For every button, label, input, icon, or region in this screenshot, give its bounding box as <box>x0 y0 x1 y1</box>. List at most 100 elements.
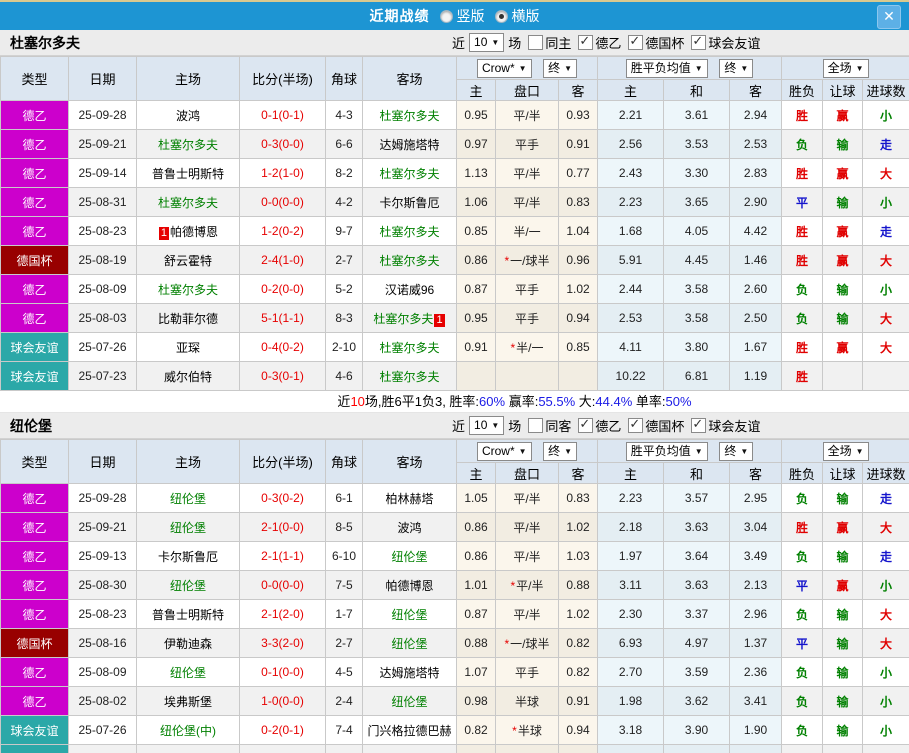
matches-tbody-1: 德乙 25-09-28 纽伦堡 0-3(0-2) 6-1 柏林赫塔 1.05 平/半 0.83 2… <box>0 483 909 753</box>
same-venue-checkbox[interactable] <box>528 35 544 50</box>
avg-away-odds: 2.53 <box>729 129 783 159</box>
team-link[interactable]: 纽伦堡 <box>170 579 206 593</box>
team-link[interactable]: 伊勒迪森 <box>164 637 212 651</box>
team-link[interactable]: 纽伦堡(中) <box>160 724 216 738</box>
team-link[interactable]: 杜塞尔多夫 <box>158 283 218 297</box>
crow-away-odds: 0.85 <box>557 332 599 362</box>
avg-type-select[interactable]: 胜平负均值 ▼ <box>625 441 708 461</box>
team-link[interactable]: 纽伦堡 <box>170 521 206 535</box>
avg-group-header: 胜平负均值 ▼ 终 ▼ <box>597 56 783 80</box>
team-link[interactable]: 波鸿 <box>176 109 200 123</box>
team-link[interactable]: 杜塞尔多夫 <box>373 312 433 326</box>
close-button[interactable]: ✕ <box>877 5 901 29</box>
team-link[interactable]: 亚琛 <box>176 341 200 355</box>
goals-result-cell: 小 <box>862 570 909 600</box>
avg-type-select[interactable]: 胜平负均值 ▼ <box>625 58 708 78</box>
col-score: 比分(半场) <box>239 56 326 101</box>
avg-draw-odds: 3.30 <box>663 158 731 188</box>
team-link[interactable]: 杜塞尔多夫 <box>379 225 439 239</box>
chevron-down-icon: ▼ <box>740 446 749 456</box>
team-name: 纽伦堡 <box>10 417 52 434</box>
team-link[interactable]: 杜塞尔多夫 <box>379 341 439 355</box>
team-link[interactable]: 纽伦堡 <box>391 608 427 622</box>
avg-home-odds: 2.43 <box>597 158 665 188</box>
league-checkbox-friendly[interactable] <box>691 416 707 433</box>
same-venue-checkbox[interactable] <box>528 418 544 433</box>
team-link[interactable]: 杜塞尔多夫 <box>379 109 439 123</box>
bookmaker-select[interactable]: Crow* ▼ <box>476 58 532 78</box>
col-home: 主场 <box>136 439 240 484</box>
team-link[interactable]: 杜塞尔多夫 <box>379 167 439 181</box>
recent-count-select[interactable]: 10 ▼ <box>469 416 505 435</box>
avg-away-odds: 2.90 <box>729 187 783 217</box>
chevron-down-icon: ▼ <box>518 63 527 73</box>
handicap-result-cell: 赢 <box>822 512 864 542</box>
league-cell: 德乙 <box>0 303 69 333</box>
bookmaker-select[interactable]: Crow* ▼ <box>476 441 532 461</box>
score-cell: 2-1(2-0) <box>239 599 326 629</box>
avg-away-odds: 2.96 <box>729 599 783 629</box>
score-cell: 1-0(0-0) <box>239 686 326 716</box>
result-cell: 负 <box>781 483 824 513</box>
odds-stage-select[interactable]: 终 ▼ <box>543 441 578 461</box>
team-link[interactable]: 纽伦堡 <box>391 550 427 564</box>
league-checkbox-dfb-pokal[interactable] <box>628 416 644 433</box>
team-link[interactable]: 杜塞尔多夫 <box>379 254 439 268</box>
team-link[interactable]: 纽伦堡 <box>391 637 427 651</box>
result-cell: 平 <box>781 628 824 658</box>
avg-away-odds: 3.41 <box>729 686 783 716</box>
match-row: 球会友谊 25-07-26 纽伦堡(中) 0-2(0-1) 7-4 门兴格拉德巴赫 0.82… <box>0 715 909 745</box>
scope-select[interactable]: 全场 ▼ <box>822 441 869 461</box>
avg-stage-select[interactable]: 终 ▼ <box>719 58 754 78</box>
league-checkbox-friendly[interactable] <box>691 33 707 50</box>
team-link[interactable]: 纽伦堡 <box>170 492 206 506</box>
score-cell: 0-3(0-2) <box>239 483 326 513</box>
result-cell: 胜 <box>781 332 824 362</box>
team-link[interactable]: 帕德博恩 <box>170 225 218 239</box>
team-link[interactable]: 达姆施塔特 <box>379 138 439 152</box>
radio-icon[interactable] <box>439 9 453 23</box>
avg-away-odds: 1.67 <box>729 332 783 362</box>
recent-count-select[interactable]: 10 ▼ <box>469 33 505 52</box>
league-checkbox-dfb-pokal[interactable] <box>628 33 644 50</box>
team-link[interactable]: 普鲁士明斯特 <box>152 167 224 181</box>
scope-select[interactable]: 全场 ▼ <box>822 58 869 78</box>
match-row: 德乙 25-09-28 纽伦堡 0-3(0-2) 6-1 柏林赫塔 1.05 平/半 0.83 2… <box>0 483 909 513</box>
col-away: 客场 <box>362 56 457 101</box>
team-link[interactable]: 纽伦堡 <box>170 666 206 680</box>
team-link[interactable]: 汉诺威96 <box>385 283 434 297</box>
layout-option-horizontal[interactable]: 横版 <box>494 6 540 26</box>
team-link[interactable]: 普鲁士明斯特 <box>152 608 224 622</box>
team-link[interactable]: 杜塞尔多夫 <box>379 370 439 384</box>
team-link[interactable]: 帕德博恩 <box>385 579 433 593</box>
handicap-cell: 平/半 <box>495 187 559 217</box>
home-team-cell: 亚琛 <box>136 332 240 362</box>
team-link[interactable]: 柏林赫塔 <box>385 492 433 506</box>
odds-stage-select[interactable]: 终 ▼ <box>543 58 578 78</box>
team-link[interactable]: 波鸿 <box>397 521 421 535</box>
team-link[interactable]: 杜塞尔多夫 <box>158 196 218 210</box>
handicap-result-cell: 输 <box>822 599 864 629</box>
layout-option-vertical[interactable]: 竖版 <box>439 6 485 26</box>
team-link[interactable]: 舒云霍特 <box>164 254 212 268</box>
team-link[interactable]: 杜塞尔多夫 <box>158 138 218 152</box>
team-link[interactable]: 纽伦堡 <box>391 695 427 709</box>
home-team-cell: 比勒菲尔德 <box>136 303 240 333</box>
corner-cell: 7-5 <box>325 570 363 600</box>
league-checkbox-bundesliga2[interactable] <box>578 416 594 433</box>
crow-home-odds: 1.07 <box>456 657 496 687</box>
away-team-cell: 汉诺威96 <box>362 274 457 304</box>
team-link[interactable]: 埃弗斯堡 <box>164 695 212 709</box>
team-link[interactable]: 威尔伯特 <box>164 370 212 384</box>
radio-icon[interactable] <box>494 9 508 23</box>
team-link[interactable]: 比勒菲尔德 <box>158 312 218 326</box>
away-team-cell: 杜塞尔多夫 1 <box>362 303 457 333</box>
team-link[interactable]: 门兴格拉德巴赫 <box>367 724 451 738</box>
avg-stage-select[interactable]: 终 ▼ <box>719 441 754 461</box>
team-link[interactable]: 达姆施塔特 <box>379 666 439 680</box>
team-link[interactable]: 卡尔斯鲁厄 <box>379 196 439 210</box>
league-cell: 球会友谊 <box>0 715 69 745</box>
score-cell: 0-0(0-0) <box>239 570 326 600</box>
league-checkbox-bundesliga2[interactable] <box>578 33 594 50</box>
team-link[interactable]: 卡尔斯鲁厄 <box>158 550 218 564</box>
